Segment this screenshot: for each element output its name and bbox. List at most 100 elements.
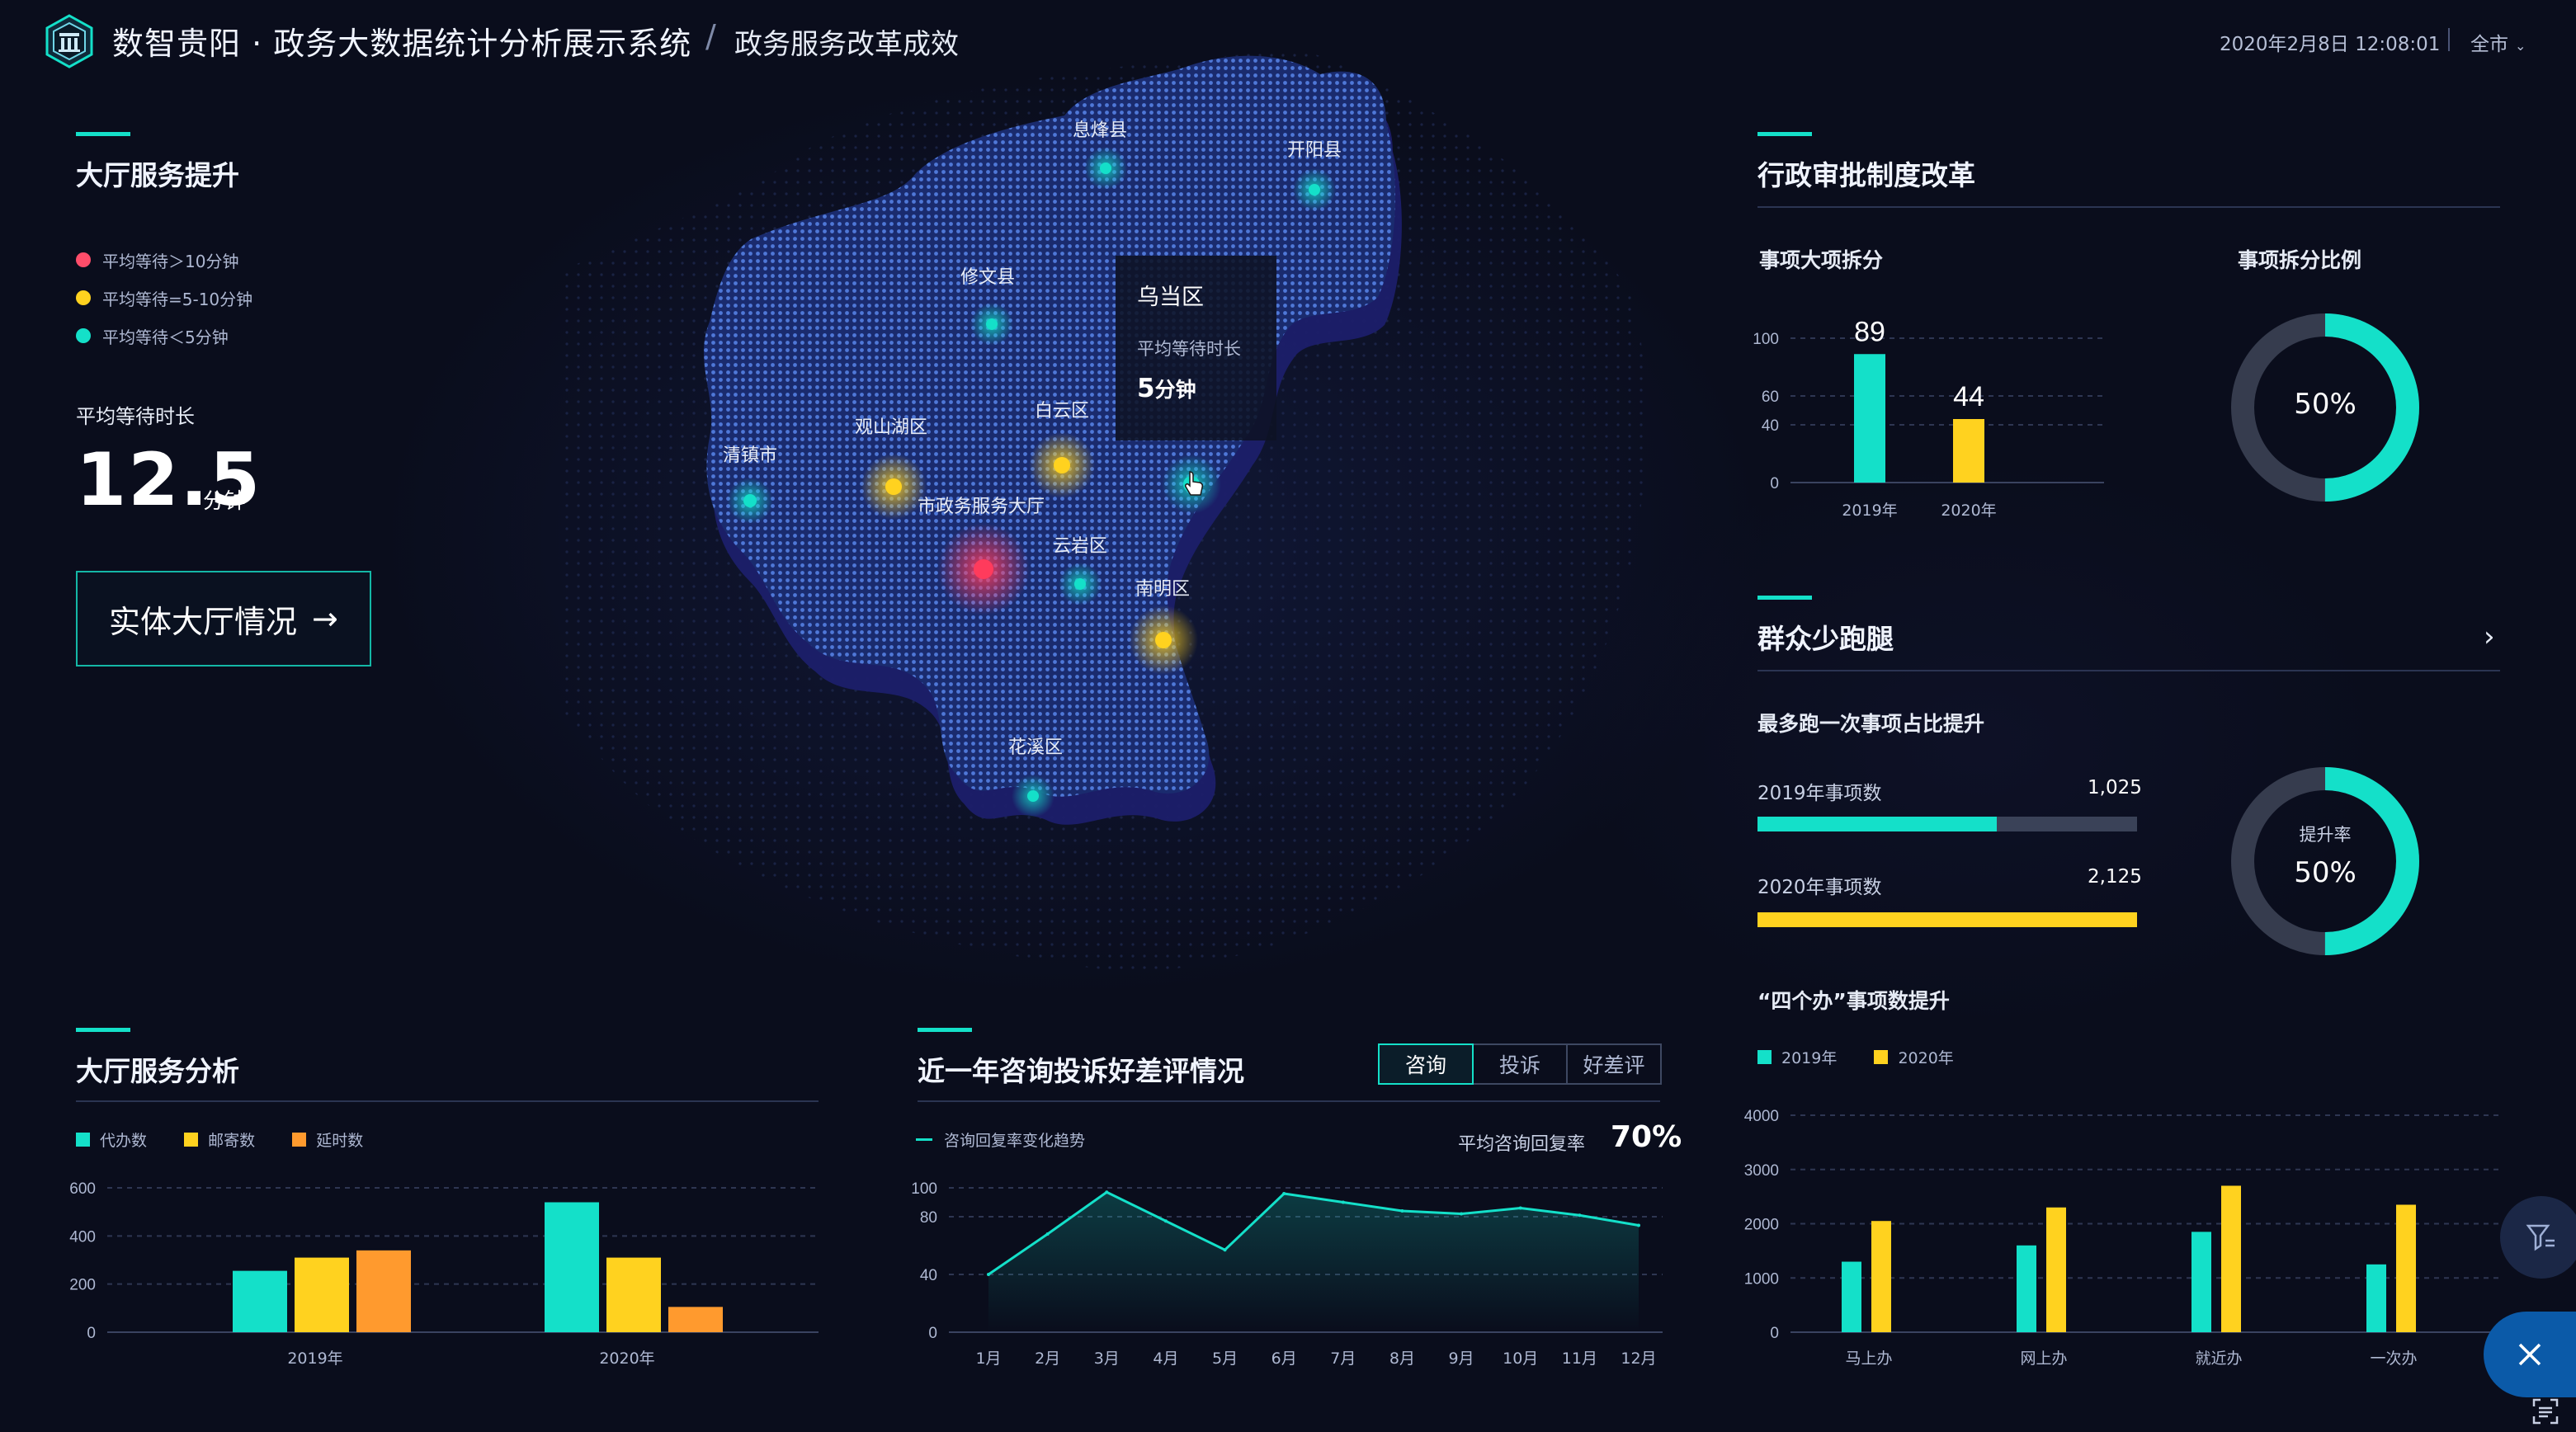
section-divider	[76, 1100, 819, 1102]
legend-label: 延时数	[316, 1132, 364, 1150]
x-tick-label: 1月	[975, 1350, 1001, 1368]
y-tick-label: 600	[69, 1180, 96, 1198]
marker-baiyun[interactable]	[1029, 432, 1095, 498]
four-bans-bar-chart[interactable]: 0 1000 2000 3000 4000 马上办 网上办 就近办 一次办	[1741, 1097, 2508, 1378]
split-chart-title: 事项大项拆分	[1759, 248, 1884, 272]
cyan-square-icon	[76, 1133, 90, 1147]
marker-xifeng[interactable]	[1084, 147, 1127, 190]
yellow-square-icon	[184, 1133, 199, 1147]
tooltip-value-number: 5	[1137, 374, 1155, 403]
legend-item: 邮寄数	[184, 1128, 255, 1151]
data-point	[1223, 1248, 1227, 1252]
split-bar-chart[interactable]: 0 40 60 100 89 2019年 44 2020年	[1749, 297, 2129, 528]
yellow-dot-icon	[76, 290, 91, 305]
close-icon	[2518, 1343, 2541, 1366]
tooltip-value-unit: 分钟	[1154, 378, 1196, 402]
hall-analysis-bar-chart[interactable]: 0 200 400 600 2019年 2020年	[59, 1171, 827, 1378]
marker-nanming[interactable]	[1129, 605, 1198, 675]
x-tick-label: 一次办	[2370, 1350, 2417, 1368]
section-accent	[1757, 596, 1812, 600]
x-tick-label: 11月	[1562, 1350, 1597, 1368]
district-label-qingzhen[interactable]: 清镇市	[723, 440, 777, 467]
section-divider	[1757, 670, 2500, 671]
bar	[2046, 1207, 2066, 1332]
section-accent	[1757, 132, 1812, 136]
district-label-xiuwen[interactable]: 修文县	[960, 262, 1015, 289]
district-map[interactable]	[561, 49, 1667, 973]
marker-huaxi[interactable]	[1012, 775, 1054, 817]
x-tick-label: 8月	[1389, 1350, 1415, 1368]
marker-qingzhen[interactable]	[727, 478, 773, 524]
marker-dot	[1155, 632, 1172, 648]
consult-title: 近一年咨询投诉好差评情况	[918, 1055, 1244, 1087]
tooltip-district-name: 乌当区	[1137, 285, 1204, 310]
y-tick-label: 0	[928, 1325, 937, 1342]
tab-complaint[interactable]: 投诉	[1472, 1043, 1568, 1085]
tab-rating[interactable]: 好差评	[1566, 1043, 1662, 1085]
legend-label: 2020年	[1898, 1049, 1954, 1067]
x-tick-label: 3月	[1094, 1350, 1120, 1368]
data-point	[1105, 1190, 1109, 1194]
marker-city-hall[interactable]	[937, 523, 1030, 615]
district-label-guanshanhu[interactable]: 观山湖区	[855, 412, 927, 439]
district-label-huaxi[interactable]: 花溪区	[1008, 732, 1063, 759]
marker-dot	[743, 494, 757, 507]
district-label-kaiyang[interactable]: 开阳县	[1287, 135, 1342, 162]
cyan-square-icon	[1757, 1050, 1772, 1064]
progress-value-2019: 1,025	[2088, 777, 2142, 798]
chevron-right-icon[interactable]: ›	[2484, 620, 2495, 653]
x-tick-label: 2019年	[287, 1350, 342, 1368]
bar	[2017, 1245, 2036, 1332]
y-tick-label: 4000	[1744, 1108, 1779, 1125]
legend-item: 延时数	[292, 1128, 363, 1151]
y-tick-label: 100	[1753, 331, 1779, 348]
hall-service-title: 大厅服务提升	[76, 159, 239, 191]
marker-xiuwen[interactable]	[970, 303, 1013, 346]
bar	[1953, 419, 1984, 483]
marker-yunyan[interactable]	[1059, 563, 1102, 605]
marker-dot	[974, 559, 993, 579]
data-point	[1637, 1223, 1640, 1227]
close-button[interactable]	[2484, 1312, 2576, 1397]
header-divider	[2448, 28, 2450, 51]
x-tick-label: 10月	[1503, 1350, 1538, 1368]
hall-analysis-legend: 代办数 邮寄数 延时数	[76, 1128, 396, 1151]
scan-icon[interactable]	[2531, 1397, 2559, 1425]
x-tick-label: 4月	[1153, 1350, 1178, 1368]
x-tick-label: 7月	[1330, 1350, 1356, 1368]
tab-consult[interactable]: 咨询	[1378, 1043, 1474, 1085]
consult-legend: 咨询回复率变化趋势	[916, 1128, 1085, 1151]
data-point	[1578, 1213, 1582, 1218]
city-select[interactable]: 全市 ⌄	[2470, 28, 2526, 56]
marker-kaiyang[interactable]	[1293, 168, 1336, 211]
y-tick-label: 40	[920, 1267, 937, 1284]
district-label-xifeng[interactable]: 息烽县	[1073, 115, 1127, 142]
legend-label: 2019年	[1781, 1049, 1838, 1067]
data-point	[1518, 1206, 1522, 1210]
tooltip-label: 平均等待时长	[1137, 339, 1241, 359]
district-label-nanming[interactable]: 南明区	[1135, 574, 1190, 601]
district-label-city-hall[interactable]: 市政务服务大厅	[918, 492, 1045, 518]
consult-line-chart[interactable]: 0 40 80 100 1月 2月 3月 4月 5月 6月 7月 8月 9月 10月 11月 12月	[908, 1171, 1675, 1378]
legend-item-low: 平均等待＜5分钟	[76, 317, 252, 355]
building-shield-icon[interactable]	[41, 13, 97, 69]
marker-guanshanhu[interactable]	[861, 454, 927, 520]
legend-label: 咨询回复率变化趋势	[944, 1132, 1086, 1150]
legend-label: 平均等待=5-10分钟	[102, 289, 253, 309]
less-running-title: 群众少跑腿	[1757, 623, 1894, 655]
filter-button[interactable]	[2500, 1196, 2576, 1279]
arrow-right-icon: →	[312, 601, 338, 637]
y-tick-label: 100	[911, 1180, 937, 1198]
city-select-value: 全市	[2470, 34, 2508, 55]
district-label-yunyan[interactable]: 云岩区	[1053, 531, 1107, 558]
district-label-baiyun[interactable]: 白云区	[1035, 396, 1089, 422]
y-tick-label: 60	[1762, 389, 1779, 406]
progress-label-2019: 2019年事项数	[1757, 783, 1882, 804]
x-tick-label: 网上办	[2020, 1350, 2067, 1368]
y-tick-label: 0	[1770, 475, 1779, 492]
bar	[1842, 1261, 1861, 1332]
bar	[545, 1202, 599, 1332]
legend-label: 平均等待＜5分钟	[102, 327, 229, 347]
physical-hall-button[interactable]: 实体大厅情况 →	[76, 571, 371, 667]
consult-tabs: 咨询 投诉 好差评	[1378, 1043, 1662, 1085]
